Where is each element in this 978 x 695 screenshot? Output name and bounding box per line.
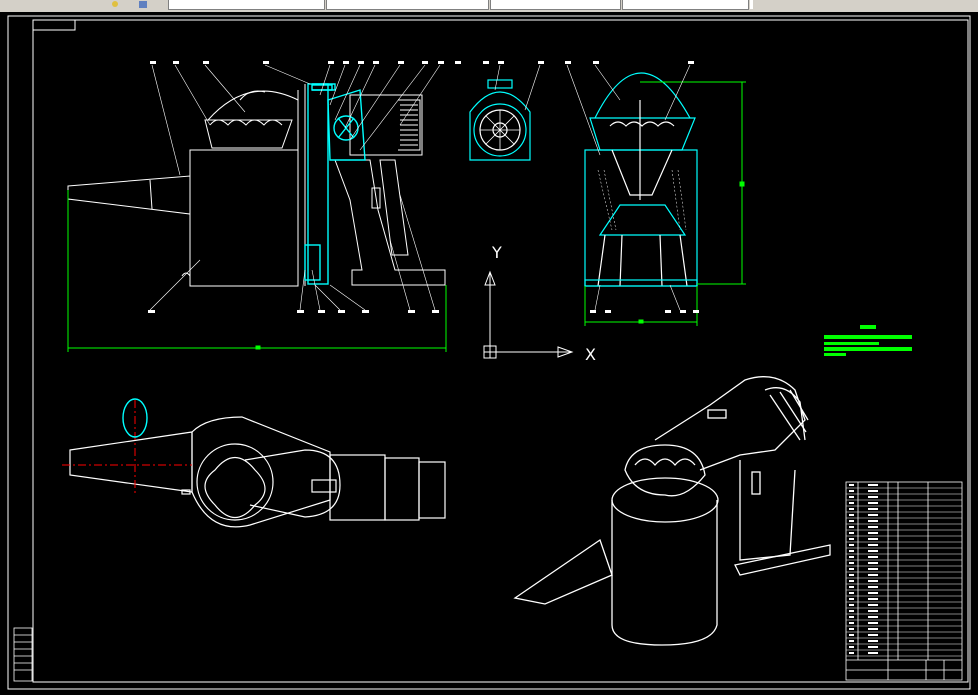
bom-cell-mark xyxy=(868,646,878,648)
bom-cell-mark xyxy=(849,514,854,516)
bom-cell-mark xyxy=(849,610,854,612)
bom-cell-mark xyxy=(868,514,878,516)
bom-cell-mark xyxy=(868,484,878,486)
left-info-block xyxy=(13,627,33,682)
bom-cell-mark xyxy=(849,604,854,606)
bom-cell-mark xyxy=(849,526,854,528)
bom-cell-mark xyxy=(849,544,854,546)
bom-cell-mark xyxy=(849,598,854,600)
cad-drawing: Y X xyxy=(7,15,971,690)
bom-cell-mark xyxy=(868,562,878,564)
bom-cell-mark xyxy=(849,496,854,498)
bom-cell-mark xyxy=(868,616,878,618)
bom-cell-mark xyxy=(849,592,854,594)
bom-cell-mark xyxy=(868,532,878,534)
bom-cell-mark xyxy=(868,604,878,606)
bom-cell-mark xyxy=(849,634,854,636)
bom-cell-mark xyxy=(868,520,878,522)
bom-cell-mark xyxy=(868,502,878,504)
bom-cell-mark xyxy=(868,652,878,654)
bom-cell-mark xyxy=(849,652,854,654)
toolbar-icon-1[interactable] xyxy=(110,0,120,9)
technical-notes xyxy=(824,325,912,356)
ucs-icon xyxy=(483,270,574,359)
bom-cell-mark xyxy=(868,544,878,546)
bom-rows xyxy=(846,487,962,657)
bom-cell-mark xyxy=(849,586,854,588)
bom-cell-mark xyxy=(868,580,878,582)
bom-cell-mark xyxy=(849,616,854,618)
front-view-leaders xyxy=(149,64,441,311)
top-view xyxy=(69,416,446,528)
bom-cell-mark xyxy=(868,634,878,636)
bom-cell-mark xyxy=(849,574,854,576)
bom-cell-mark xyxy=(849,520,854,522)
linetype-dropdown[interactable] xyxy=(490,0,621,10)
front-view-dimension xyxy=(67,190,447,352)
bom-cell-mark xyxy=(868,568,878,570)
bom-cell-mark xyxy=(849,622,854,624)
bom-cell-mark xyxy=(868,538,878,540)
bom-cell-mark xyxy=(849,556,854,558)
ucs-x-label: X xyxy=(585,345,596,364)
bom-cell-mark xyxy=(849,550,854,552)
title-block xyxy=(845,481,963,681)
front-view-cyan xyxy=(304,83,366,285)
bom-cell-mark xyxy=(849,646,854,648)
color-dropdown[interactable] xyxy=(326,0,489,10)
bom-cell-mark xyxy=(868,628,878,630)
front-view xyxy=(67,84,446,287)
bom-cell-mark xyxy=(849,532,854,534)
bom-cell-mark xyxy=(849,640,854,642)
bom-cell-mark xyxy=(868,610,878,612)
bom-cell-mark xyxy=(868,574,878,576)
bom-cell-mark xyxy=(849,568,854,570)
bom-cell-mark xyxy=(849,562,854,564)
bom-cell-mark xyxy=(849,502,854,504)
bom-cell-mark xyxy=(868,640,878,642)
bom-cell-mark xyxy=(868,598,878,600)
bom-cell-mark xyxy=(849,628,854,630)
bom-cell-mark xyxy=(868,550,878,552)
ucs-y-label: Y xyxy=(491,243,502,262)
bom-cell-mark xyxy=(849,580,854,582)
layer-dropdown[interactable] xyxy=(168,0,325,10)
bom-cell-mark xyxy=(849,484,854,486)
bom-cell-text xyxy=(849,484,878,654)
bom-cell-mark xyxy=(868,586,878,588)
top-view-centerlines xyxy=(62,400,192,495)
bom-cell-mark xyxy=(868,508,878,510)
isometric-view xyxy=(513,376,831,646)
drawing-canvas[interactable]: Y X xyxy=(0,12,978,695)
bom-cell-mark xyxy=(868,592,878,594)
bom-cell-mark xyxy=(849,508,854,510)
side-view xyxy=(469,64,541,161)
bom-cell-mark xyxy=(868,490,878,492)
bom-cell-mark xyxy=(868,622,878,624)
bom-cell-mark xyxy=(868,496,878,498)
bom-cell-mark xyxy=(868,556,878,558)
bom-cell-mark xyxy=(868,526,878,528)
lineweight-dropdown[interactable] xyxy=(622,0,749,10)
bom-cell-mark xyxy=(849,490,854,492)
toolbar-icon-2[interactable] xyxy=(138,0,148,9)
section-view xyxy=(584,72,698,287)
plotstyle-dropdown[interactable] xyxy=(750,0,753,9)
bom-cell-mark xyxy=(849,538,854,540)
